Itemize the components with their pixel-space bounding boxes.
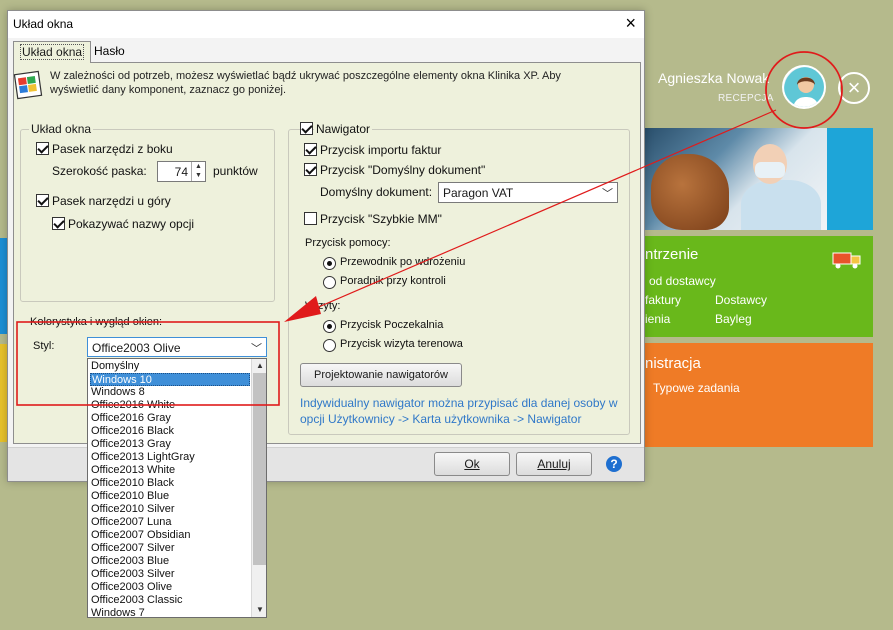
scroll-down-icon[interactable]: ▼ — [252, 603, 266, 617]
style-dropdown-list[interactable]: Domyślny Windows 10 Windows 8 Office2016 Wh… — [87, 358, 267, 618]
strip-width-stepper[interactable]: 74 ▲ ▼ — [157, 161, 206, 182]
help-control-radio[interactable] — [323, 276, 336, 289]
window-layout-icon — [13, 70, 43, 100]
strip-width-label: Szerokość paska: — [52, 164, 147, 178]
chevron-down-icon[interactable]: ﹀ — [251, 340, 262, 356]
import-invoices-checkbox[interactable] — [304, 143, 317, 156]
style-option[interactable]: Office2016 Black — [90, 425, 250, 438]
scroll-up-icon[interactable]: ▲ — [252, 359, 266, 373]
style-option[interactable]: Domyślny — [90, 360, 250, 373]
top-toolbar-checkbox[interactable] — [36, 194, 49, 207]
default-doc-label: Domyślny dokument: — [320, 185, 433, 199]
tab-password[interactable]: Hasło — [88, 41, 131, 63]
navigator-checkbox[interactable] — [300, 122, 313, 135]
photo-mask — [755, 162, 785, 178]
help-icon[interactable]: ? — [606, 456, 622, 472]
truck-icon — [832, 252, 861, 269]
user-name: Agnieszka Nowak — [658, 70, 770, 86]
dialog-title: Układ okna — [13, 17, 74, 31]
ok-button[interactable]: Ok — [434, 452, 510, 476]
tile-orange[interactable]: nistracja Typowe zadania — [645, 343, 873, 447]
style-option[interactable]: Office2003 Classic — [90, 594, 250, 607]
style-label: Styl: — [33, 340, 55, 352]
style-option[interactable]: Office2003 Olive — [90, 581, 250, 594]
user-role: RECEPCJA — [718, 93, 774, 104]
import-invoices-label[interactable]: Przycisk importu faktur — [320, 143, 441, 157]
visits-title: Wizyty: — [305, 300, 341, 312]
info-text: W zależności od potrzeb, możesz wyświetl… — [50, 70, 561, 96]
photo-vet-body — [741, 180, 821, 230]
waiting-room-radio[interactable] — [323, 320, 336, 333]
tile-cyan[interactable] — [826, 128, 873, 230]
side-toolbar-checkbox[interactable] — [36, 142, 49, 155]
tile-green-line-3[interactable]: Dostawcy — [715, 293, 767, 307]
help-control-label[interactable]: Poradnik przy kontroli — [340, 275, 446, 287]
dialog-titlebar[interactable]: Układ okna × — [8, 11, 644, 38]
style-option[interactable]: Office2003 Blue — [90, 555, 250, 568]
tab-layout[interactable]: Układ okna — [13, 41, 92, 63]
style-option[interactable]: Windows 7 — [90, 607, 250, 617]
left-tile-blue — [0, 238, 7, 334]
help-guide-radio[interactable] — [323, 257, 336, 270]
top-toolbar-label[interactable]: Pasek narzędzi u góry — [52, 194, 171, 208]
design-navigators-button[interactable]: Projektowanie nawigatorów — [300, 363, 462, 387]
cancel-button[interactable]: Anuluj — [516, 452, 592, 476]
style-option[interactable]: Office2010 Silver — [90, 503, 250, 516]
left-tile-yellow — [0, 344, 7, 442]
tab-layout-label: Układ okna — [20, 44, 85, 60]
color-group-title: Kolorystyka i wygląd okien: — [30, 316, 163, 328]
style-option[interactable]: Office2013 White — [90, 464, 250, 477]
layout-group-title: Układ okna — [29, 122, 94, 136]
user-avatar-icon — [784, 67, 824, 107]
field-visit-label[interactable]: Przycisk wizyta terenowa — [340, 338, 463, 350]
style-option[interactable]: Office2010 Blue — [90, 490, 250, 503]
quick-mm-label[interactable]: Przycisk "Szybkie MM" — [320, 212, 442, 226]
help-guide-label[interactable]: Przewodnik po wdrożeniu — [340, 256, 465, 268]
style-option[interactable]: Office2013 LightGray — [90, 451, 250, 464]
scroll-thumb[interactable] — [253, 373, 266, 565]
default-doc-checkbox[interactable] — [304, 163, 317, 176]
tile-orange-line-1[interactable]: Typowe zadania — [653, 381, 740, 395]
style-option[interactable]: Windows 10 — [90, 373, 250, 386]
tile-green-title: ntrzenie — [645, 246, 699, 263]
style-option[interactable]: Office2016 White — [90, 399, 250, 412]
waiting-room-label[interactable]: Przycisk Poczekalnia — [340, 319, 443, 331]
style-select-value: Office2003 Olive — [92, 341, 181, 355]
style-option[interactable]: Office2007 Luna — [90, 516, 250, 529]
tile-green-line-5[interactable]: Bayleg — [715, 312, 752, 326]
dialog-close-icon[interactable]: × — [625, 13, 636, 33]
navigator-label[interactable]: Nawigator — [314, 122, 373, 136]
tile-green-line-1[interactable]: od dostawcy — [649, 274, 716, 288]
avatar[interactable] — [782, 65, 826, 109]
dropdown-scrollbar[interactable]: ▲ ▼ — [251, 359, 266, 617]
help-button-title: Przycisk pomocy: — [305, 237, 391, 249]
stepper-arrows-icon[interactable]: ▲ ▼ — [191, 162, 205, 181]
show-names-label[interactable]: Pokazywać nazwy opcji — [68, 217, 194, 231]
default-doc-value: Paragon VAT — [443, 186, 514, 200]
quick-mm-checkbox[interactable] — [304, 212, 317, 225]
field-visit-radio[interactable] — [323, 339, 336, 352]
tile-orange-title: nistracja — [645, 355, 701, 372]
photo-dog — [651, 154, 729, 230]
style-option[interactable]: Office2007 Silver — [90, 542, 250, 555]
tile-green-line-2[interactable]: faktury — [645, 293, 681, 307]
strip-width-unit: punktów — [213, 164, 258, 178]
default-doc-select[interactable]: Paragon VAT ﹀ — [438, 182, 618, 203]
style-option[interactable]: Office2013 Gray — [90, 438, 250, 451]
default-doc-button-label[interactable]: Przycisk "Domyślny dokument" — [320, 163, 485, 177]
style-option[interactable]: Office2007 Obsidian — [90, 529, 250, 542]
style-select[interactable]: Office2003 Olive ﹀ — [87, 337, 267, 357]
style-option[interactable]: Office2010 Black — [90, 477, 250, 490]
strip-width-value: 74 — [174, 165, 188, 179]
style-option[interactable]: Office2003 Silver — [90, 568, 250, 581]
side-toolbar-label[interactable]: Pasek narzędzi z boku — [52, 142, 173, 156]
navigator-hint-text: Indywidualny nawigator można przypisać d… — [300, 396, 618, 426]
style-option[interactable]: Windows 8 — [90, 386, 250, 399]
tile-green-line-4[interactable]: ienia — [645, 312, 670, 326]
style-option[interactable]: Office2016 Gray — [90, 412, 250, 425]
chevron-down-icon[interactable]: ﹀ — [602, 185, 613, 201]
show-names-checkbox[interactable] — [52, 217, 65, 230]
logout-close-icon[interactable]: × — [838, 72, 870, 104]
vet-photo — [645, 128, 827, 230]
